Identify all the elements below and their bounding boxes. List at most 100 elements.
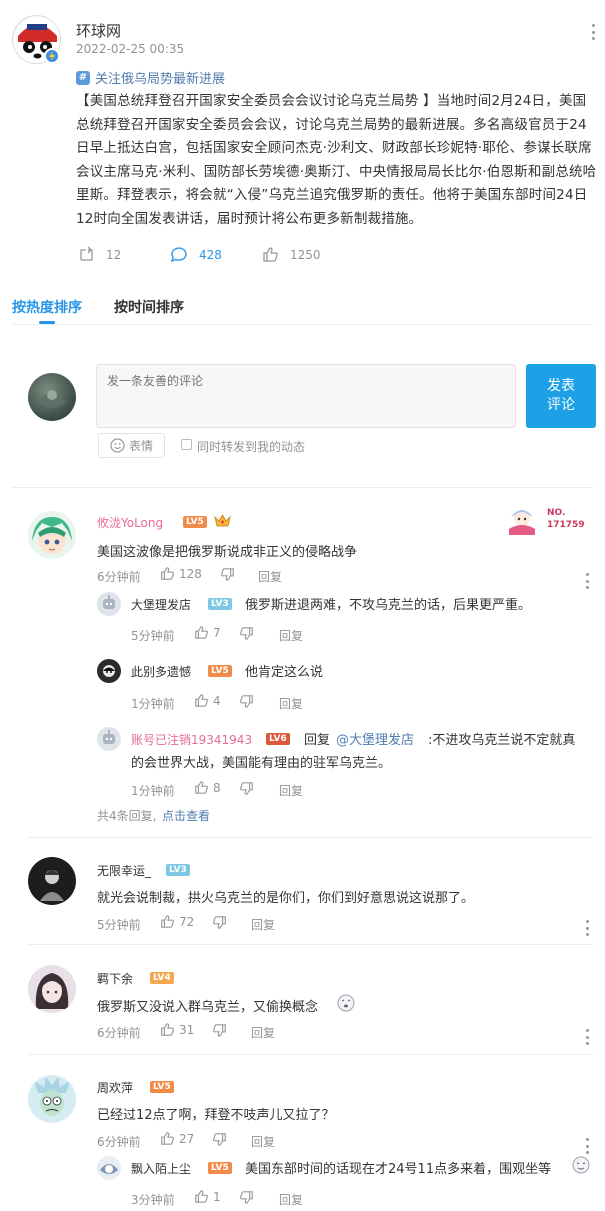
comment-more-icon[interactable] (586, 1029, 590, 1045)
submit-line-2: 评论 (547, 397, 575, 413)
reply-avatar[interactable] (97, 592, 121, 616)
tab-time[interactable]: 按时间排序 (114, 297, 184, 317)
thumbs-up-icon (195, 694, 208, 707)
comment-time: 6分钟前 (97, 1026, 141, 1040)
reply-username[interactable]: 大堡理发店 (131, 596, 191, 613)
comment-more-icon[interactable] (586, 1138, 590, 1154)
like-button[interactable]: 1250 (262, 246, 321, 263)
comment-username[interactable]: 无限幸运_ (97, 862, 151, 879)
reply-username[interactable]: 此别多遗憾 (131, 663, 191, 680)
comment-avatar[interactable] (28, 857, 76, 905)
like-count: 1250 (290, 247, 321, 262)
reply-dislike-button[interactable] (239, 781, 254, 800)
emoji-button[interactable]: 表情 (98, 433, 165, 458)
reply-avatar[interactable] (97, 727, 121, 751)
comment-divider (28, 944, 593, 945)
comment-more-icon[interactable] (586, 920, 590, 936)
reply-like-button[interactable]: 4 (194, 693, 221, 708)
fan-card-badge: NO. 171759 (505, 505, 595, 535)
comment-reply-button[interactable]: 回复 (251, 916, 275, 933)
topic-hashtag-icon: # (76, 70, 90, 85)
comment-username[interactable]: 羁下余 (97, 970, 133, 987)
thumbs-up-icon (195, 781, 208, 794)
comment-avatar[interactable] (28, 1075, 76, 1123)
repost-icon (80, 246, 93, 261)
fan-card-number: 171759 (547, 520, 585, 530)
emoji-sticker-icon (572, 1156, 590, 1174)
comment-input[interactable] (96, 364, 516, 428)
more-replies-count: 共4条回复, (97, 809, 157, 823)
comment-text: 俄罗斯又没说入群乌克兰，又偷换概念 (97, 1000, 319, 1015)
reply-reply-button[interactable]: 回复 (279, 627, 303, 644)
comment-like-button[interactable]: 128 (160, 566, 202, 581)
reply-reply-button[interactable]: 回复 (279, 782, 303, 799)
reply-text: 美国东部时间的话现在才24号11点多来着，围观坐等 (245, 1162, 552, 1177)
level-badge: LV3 (208, 598, 232, 610)
thumbs-up-icon (161, 1132, 174, 1145)
reply-like-count: 1 (213, 1189, 221, 1204)
reply-like-button[interactable]: 1 (194, 1189, 221, 1204)
comment-avatar[interactable] (28, 511, 76, 559)
my-avatar (28, 373, 76, 421)
comment-more-icon[interactable] (586, 573, 590, 589)
topic-label: 关注俄乌局势最新进展 (95, 72, 226, 87)
more-replies-link[interactable]: 点击查看 (162, 807, 210, 824)
comment-reply-button[interactable]: 回复 (251, 1024, 275, 1041)
reply-username[interactable]: 账号已注销19341943 (131, 731, 252, 748)
reply-avatar[interactable] (97, 1156, 121, 1180)
tab-hot[interactable]: 按热度排序 (12, 297, 82, 317)
fan-card-no: NO. (547, 508, 566, 518)
thumbs-down-icon (221, 568, 234, 581)
thumbs-down-icon (240, 627, 253, 640)
reply-like-button[interactable]: 7 (194, 625, 221, 640)
repost-count: 12 (106, 247, 122, 262)
emoji-label: 表情 (128, 439, 153, 453)
comment-icon (170, 247, 187, 263)
reply-username[interactable]: 飘入陌上尘 (131, 1160, 191, 1177)
comment-dislike-button[interactable] (212, 1132, 227, 1151)
comment-username[interactable]: 周欢萍 (97, 1079, 133, 1096)
reply-like-button[interactable]: 8 (194, 780, 221, 795)
vip-crown-icon (214, 513, 231, 528)
comment-like-button[interactable]: 31 (160, 1022, 194, 1037)
comment-dislike-button[interactable] (212, 915, 227, 934)
reply-avatar[interactable] (97, 659, 121, 683)
post-timestamp: 2022-02-25 00:35 (76, 42, 185, 56)
reply-mention-link[interactable]: @大堡理发店 (336, 729, 414, 748)
reply-dislike-button[interactable] (239, 694, 254, 713)
verified-icon (44, 48, 60, 64)
comment-dislike-button[interactable] (220, 567, 235, 586)
tabs-divider (12, 324, 593, 325)
reply-prefix: 回复 (304, 733, 331, 748)
reply-reply-button[interactable]: 回复 (279, 1191, 303, 1208)
comment-reply-button[interactable]: 回复 (258, 568, 282, 585)
comment-text: 已经过12点了啊，拜登不吱声儿又拉了？ (97, 1108, 335, 1123)
comment-username[interactable]: 攸泷YoLong (97, 514, 163, 531)
topic-link[interactable]: # 关注俄乌局势最新进展 (76, 68, 225, 87)
reply-dislike-button[interactable] (239, 626, 254, 645)
thumbs-up-icon (195, 626, 208, 639)
comment-reply-button[interactable]: 回复 (251, 1133, 275, 1150)
thumbs-down-icon (213, 1024, 226, 1037)
repost-checkbox-label: 同时转发到我的动态 (197, 440, 306, 454)
repost-checkbox[interactable] (181, 439, 192, 450)
level-badge: LV5 (150, 1081, 174, 1093)
author-name[interactable]: 环球网 (76, 20, 121, 41)
comment-like-button[interactable]: 72 (160, 914, 194, 929)
thumbs-up-icon (161, 915, 174, 928)
composer-divider (12, 487, 593, 488)
thumbs-down-icon (240, 695, 253, 708)
repost-button[interactable]: 12 (78, 246, 121, 263)
comment-avatar[interactable] (28, 965, 76, 1013)
reply-dislike-button[interactable] (239, 1190, 254, 1209)
comment-dislike-button[interactable] (212, 1023, 227, 1042)
submit-comment-button[interactable]: 发表 评论 (526, 364, 596, 428)
post-more-icon[interactable] (592, 24, 596, 40)
reply-reply-button[interactable]: 回复 (279, 695, 303, 712)
reply-like-count: 4 (213, 693, 221, 708)
thumbs-up-icon (161, 567, 174, 580)
reply-like-count: 7 (213, 625, 221, 640)
comment-button[interactable]: 428 (170, 246, 222, 263)
post-body: 【美国总统拜登召开国家安全委员会会议讨论乌克兰局势 】当地时间2月24日，美国总… (76, 93, 597, 227)
comment-like-button[interactable]: 27 (160, 1131, 194, 1146)
